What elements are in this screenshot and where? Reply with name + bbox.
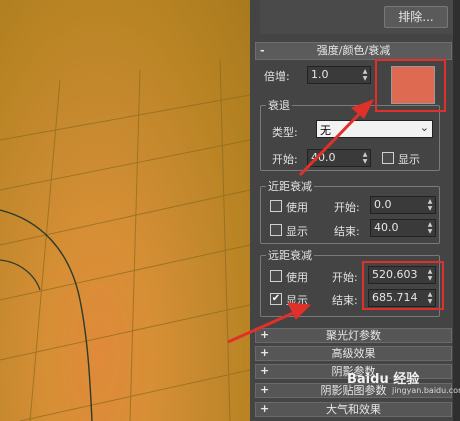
near-atten-title: 近距衰减 (266, 178, 314, 194)
rollout-label: 聚光灯参数 (326, 329, 381, 342)
spinner-arrows-icon[interactable]: ▲ ▼ (426, 221, 434, 235)
far-values-highlight-box (362, 261, 444, 310)
near-end-label: 结束: (334, 225, 360, 238)
far-show-checkbox[interactable]: ✔ (270, 293, 282, 305)
far-start-label: 开始: (332, 271, 358, 284)
decay-start-label: 开始: (272, 153, 298, 166)
far-end-label: 结束: (332, 294, 358, 307)
far-use-label: 使用 (286, 271, 308, 284)
rollout-title: 强度/颜色/衰减 (316, 44, 391, 57)
decay-show-checkbox[interactable] (382, 152, 394, 164)
collapse-sign: - (260, 44, 265, 57)
baidu-watermark: Baidu 经验 (347, 372, 420, 387)
rollout-label: 大气和效果 (326, 403, 381, 416)
near-end-value: 40.0 (374, 221, 399, 234)
baidu-watermark-url: jingyan.baidu.com (392, 386, 460, 395)
spinner-arrows-icon[interactable]: ▲ ▼ (361, 151, 369, 165)
far-use-checkbox[interactable] (270, 270, 282, 282)
near-start-value: 0.0 (374, 198, 392, 211)
rollout-advanced-effects[interactable]: + 高级效果 (255, 346, 452, 361)
near-show-checkbox[interactable] (270, 224, 282, 236)
far-atten-title: 远距衰减 (266, 247, 314, 263)
viewport-grid (0, 59, 250, 421)
rollout-intensity-header[interactable]: - 强度/颜色/衰减 (255, 42, 452, 60)
decay-type-label: 类型: (272, 126, 298, 139)
expand-sign: + (260, 346, 270, 359)
panel-top-bar: 排除... (260, 0, 455, 34)
multiplier-value: 1.0 (311, 68, 329, 81)
decay-start-value: 40.0 (311, 151, 336, 164)
decay-type-select[interactable]: 无 ⌄ (316, 120, 433, 138)
expand-sign: + (260, 328, 270, 341)
panel-scrollbar[interactable] (453, 0, 460, 421)
near-use-checkbox[interactable] (270, 200, 282, 212)
expand-sign: + (260, 402, 270, 415)
near-use-label: 使用 (286, 201, 308, 214)
chevron-down-icon: ⌄ (419, 121, 429, 134)
decay-start-spinner[interactable]: 40.0 ▲ ▼ (307, 149, 371, 167)
expand-sign: + (260, 364, 270, 377)
near-end-spinner[interactable]: 40.0 ▲ ▼ (370, 219, 436, 237)
near-start-spinner[interactable]: 0.0 ▲ ▼ (370, 196, 436, 214)
decay-title: 衰退 (266, 97, 292, 113)
near-show-label: 显示 (286, 225, 308, 238)
spinner-arrows-icon[interactable]: ▲ ▼ (426, 198, 434, 212)
decay-type-value: 无 (320, 124, 331, 137)
expand-sign: + (260, 383, 270, 396)
multiplier-spinner[interactable]: 1.0 ▲ ▼ (307, 66, 371, 84)
rollout-label: 高级效果 (331, 347, 376, 360)
exclude-button[interactable]: 排除... (384, 6, 448, 28)
multiplier-label: 倍增: (264, 70, 290, 83)
decay-show-label: 显示 (398, 153, 420, 166)
color-highlight-box (375, 59, 446, 112)
viewport[interactable] (0, 0, 250, 421)
near-start-label: 开始: (334, 201, 360, 214)
far-show-label: 显示 (286, 294, 308, 307)
rollout-atmospheres-effects[interactable]: + 大气和效果 (255, 402, 452, 417)
rollout-spotlight-params[interactable]: + 聚光灯参数 (255, 328, 452, 343)
spinner-arrows-icon[interactable]: ▲ ▼ (361, 68, 369, 82)
